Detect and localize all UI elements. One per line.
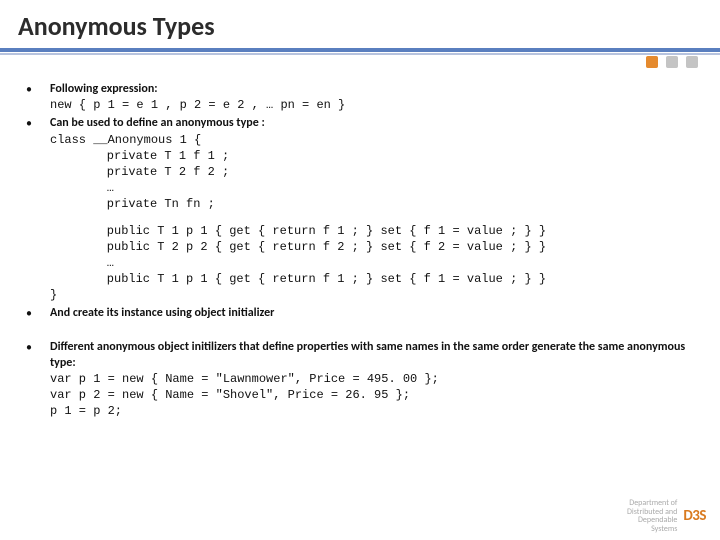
bullet-1-text: Following expression: — [50, 82, 158, 96]
bullet-2-code-0: class __Anonymous 1 { — [50, 133, 201, 147]
bullet-2-code-4: private Tn fn ; — [50, 197, 215, 211]
bullet-3: • And create its instance using object i… — [26, 305, 708, 322]
bullet-1: • Following expression: new { p 1 = e 1 … — [26, 81, 708, 113]
bullet-icon: • — [26, 305, 50, 322]
bullet-icon: • — [26, 115, 50, 132]
corner-dots — [646, 56, 698, 68]
rule-top — [0, 48, 720, 52]
bullet-2-code-7: public T 2 p 2 { get { return f 2 ; } se… — [50, 240, 546, 254]
footer-line-4: Systems — [651, 524, 677, 534]
bullet-4-text: Different anonymous object initilizers t… — [50, 340, 685, 370]
bullet-2-code-2: private T 2 f 2 ; — [50, 165, 229, 179]
slide-body: • Following expression: new { p 1 = e 1 … — [0, 55, 720, 420]
bullet-2-code-1: private T 1 f 1 ; — [50, 149, 229, 163]
bullet-3-text: And create its instance using object ini… — [50, 306, 274, 320]
dot-grey-2 — [686, 56, 698, 68]
bullet-2-code-9: public T 1 p 1 { get { return f 1 ; } se… — [50, 272, 546, 286]
dot-orange — [646, 56, 658, 68]
slide-title: Anonymous Types — [0, 0, 720, 48]
dot-grey-1 — [666, 56, 678, 68]
bullet-4-code-1: var p 2 = new { Name = "Shovel", Price =… — [50, 388, 410, 402]
footer-text: Department of Distributed and Dependable… — [627, 499, 677, 534]
bullet-icon: • — [26, 81, 50, 98]
bullet-2: • Can be used to define an anonymous typ… — [26, 115, 708, 303]
bullet-2-text: Can be used to define an anonymous type … — [50, 116, 265, 130]
bullet-2-code-3: … — [50, 181, 114, 195]
bullet-4: • Different anonymous object initilizers… — [26, 339, 708, 420]
bullet-2-code-6: public T 1 p 1 { get { return f 1 ; } se… — [50, 224, 546, 238]
footer: Department of Distributed and Dependable… — [627, 499, 706, 534]
bullet-2-code-10: } — [50, 288, 57, 302]
bullet-1-code: new { p 1 = e 1 , p 2 = e 2 , … pn = en … — [50, 98, 345, 112]
bullet-2-code-8: … — [50, 256, 114, 270]
bullet-4-code-2: p 1 = p 2; — [50, 404, 122, 418]
bullet-icon: • — [26, 339, 50, 356]
footer-logo: D3S — [683, 508, 706, 525]
bullet-4-code-0: var p 1 = new { Name = "Lawnmower", Pric… — [50, 372, 439, 386]
